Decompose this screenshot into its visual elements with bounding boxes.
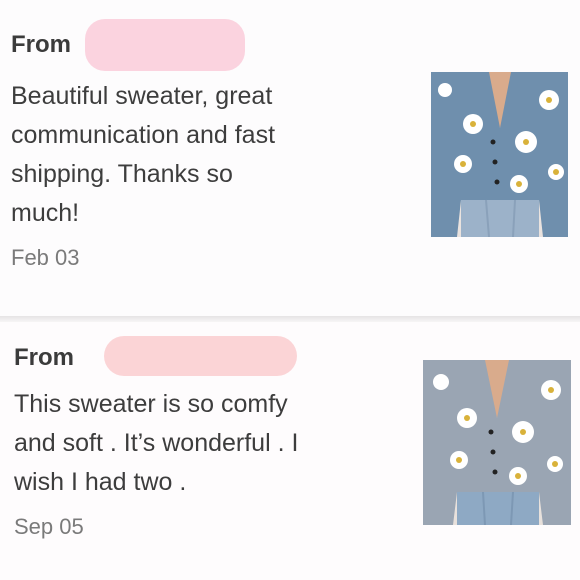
reviewer-from-label: From [14,344,74,371]
review-text: Beautiful sweater, great communication a… [11,77,275,233]
review-photo[interactable] [431,72,568,237]
redacted-username [104,336,297,376]
sweater-photo-icon [423,360,571,525]
redacted-username [85,19,245,71]
review-date: Sep 05 [14,514,84,539]
review-text-line: shipping. Thanks so [11,160,233,188]
review-text-line: communication and fast [11,121,276,149]
review-text-line: much! [11,199,80,227]
sweater-photo-icon [431,72,568,237]
review-photo[interactable] [423,360,571,525]
review-date: Feb 03 [11,245,80,270]
review-card: From This sweater is so comfy and soft .… [0,322,580,580]
review-text-line: and soft . It’s wonderful . I [14,429,299,457]
reviewer-from-label: From [11,31,71,58]
review-text-line: This sweater is so comfy [14,390,288,418]
review-text: This sweater is so comfy and soft . It’s… [14,385,298,502]
review-card: From Beautiful sweater, great communicat… [0,0,580,316]
review-text-line: Beautiful sweater, great [11,82,273,110]
review-text-line: wish I had two . [14,468,187,496]
